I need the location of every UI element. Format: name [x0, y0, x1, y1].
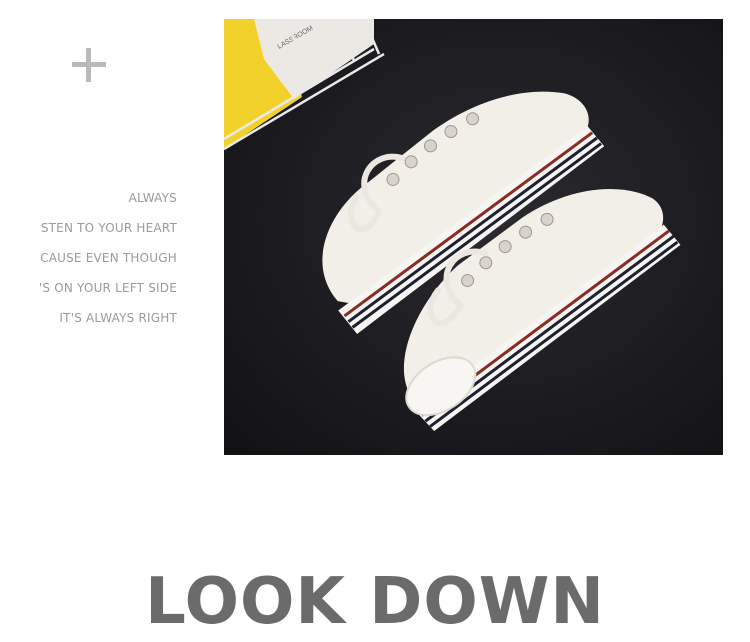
plus-icon — [72, 48, 106, 82]
lyrics-block: ALWAYS STEN TO YOUR HEART CAUSE EVEN THO… — [0, 188, 177, 338]
product-photo: LASSROOM — [224, 19, 723, 455]
lyric-line: CAUSE EVEN THOUGH — [40, 251, 177, 265]
sneakers-illustration: LASSROOM — [224, 19, 723, 455]
lyric-line: IT'S ALWAYS RIGHT — [59, 311, 177, 325]
lyric-line: 'S ON YOUR LEFT SIDE — [38, 281, 177, 295]
lyric-line: ALWAYS — [128, 191, 177, 205]
headline: LOOK DOWN — [145, 565, 605, 639]
lyric-line: STEN TO YOUR HEART — [40, 221, 177, 235]
